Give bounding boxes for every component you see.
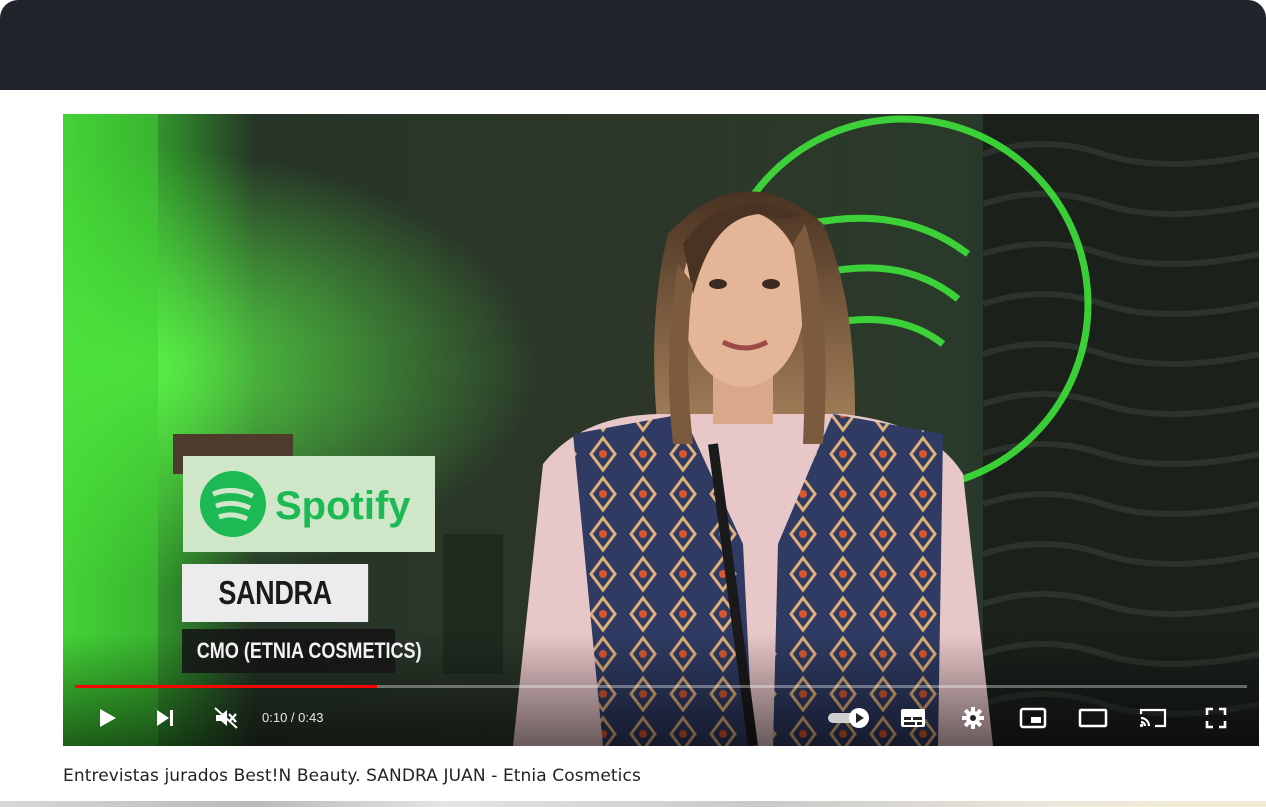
theater-mode-button[interactable] — [1075, 694, 1111, 742]
fullscreen-button[interactable] — [1198, 694, 1234, 742]
cast-icon — [1139, 708, 1167, 728]
settings-button[interactable] — [955, 694, 991, 742]
time-display: 0:10 / 0:43 — [262, 710, 324, 725]
video-player[interactable]: Spotify SANDRA JUAN CMO ( — [63, 114, 1259, 746]
subtitles-icon — [901, 709, 925, 727]
settings-icon — [962, 707, 984, 729]
next-button[interactable] — [147, 694, 183, 742]
fullscreen-icon — [1205, 707, 1227, 729]
play-button[interactable] — [89, 694, 125, 742]
miniplayer-icon — [1019, 707, 1047, 729]
next-icon — [157, 710, 173, 726]
subtitles-button[interactable] — [895, 694, 931, 742]
autoplay-toggle-icon — [828, 708, 869, 728]
autoplay-toggle[interactable] — [825, 694, 873, 742]
progress-bar[interactable] — [75, 685, 1247, 688]
video-title[interactable]: Entrevistas jurados Best!N Beauty. SANDR… — [63, 762, 641, 790]
progress-played — [75, 685, 378, 688]
mute-button[interactable] — [208, 694, 244, 742]
volume-muted-icon — [214, 707, 238, 729]
cast-button[interactable] — [1135, 694, 1171, 742]
lower-third-name: SANDRA JUAN — [182, 564, 369, 669]
bottom-strip — [0, 801, 1266, 807]
miniplayer-button[interactable] — [1015, 694, 1051, 742]
player-controls: 0:10 / 0:43 — [63, 694, 1259, 742]
top-bar — [0, 0, 1266, 90]
lower-third-role: CMO (ETNIA COSMETICS) — [182, 629, 422, 673]
theater-mode-icon — [1078, 708, 1108, 728]
play-icon — [100, 709, 116, 727]
spotify-sign-text: Spotify — [275, 484, 411, 528]
